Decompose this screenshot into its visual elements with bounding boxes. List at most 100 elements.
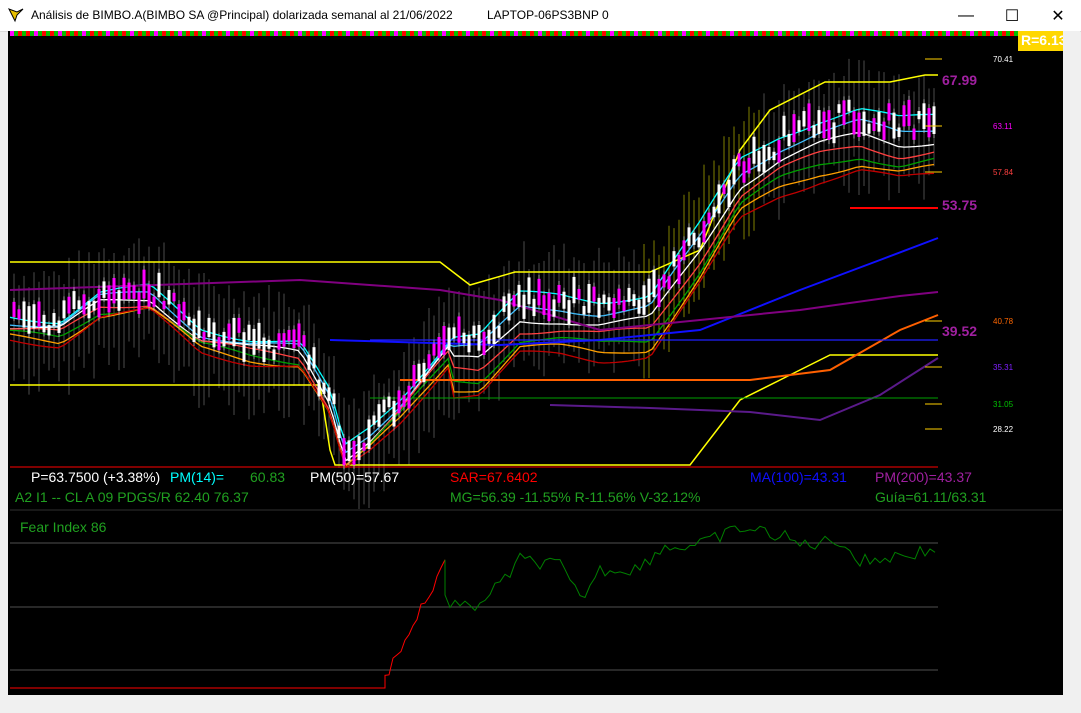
signal-strip-cell	[154, 31, 158, 36]
ma-green-line	[9, 157, 935, 468]
signal-strip-cell	[902, 31, 906, 36]
signal-strip-cell	[34, 31, 38, 36]
signal-strip-cell	[750, 31, 754, 36]
candle-body	[462, 332, 466, 344]
signal-strip-cell	[10, 31, 14, 36]
signal-info: A2 I1 -- CL A 09 PDGS/R 62.40 76.37	[15, 489, 249, 505]
candle-body	[632, 294, 636, 307]
signal-strip-cell	[550, 31, 554, 36]
signal-strip-cell	[618, 31, 622, 36]
candle-body	[687, 227, 691, 246]
signal-strip-cell	[442, 31, 446, 36]
candle-body	[172, 292, 176, 302]
signal-strip-cell	[818, 31, 822, 36]
signal-strip-cell	[466, 31, 470, 36]
signal-strip-cell	[642, 31, 646, 36]
candle-body	[277, 333, 281, 350]
candle-body	[247, 324, 251, 341]
candle-body	[642, 285, 646, 315]
signal-strip-cell	[822, 31, 826, 36]
candle-body	[862, 111, 866, 136]
signal-strip-cell	[1010, 31, 1014, 36]
candle-body	[912, 128, 916, 140]
signal-strip-cell	[510, 31, 514, 36]
candle-body	[357, 436, 361, 461]
signal-strip-cell	[614, 31, 618, 36]
signal-strip-cell	[910, 31, 914, 36]
candle-body	[857, 112, 861, 137]
signal-strip-cell	[946, 31, 950, 36]
level-low-label: 39.52	[942, 323, 978, 339]
signal-strip-cell	[714, 31, 718, 36]
signal-strip-cell	[126, 31, 130, 36]
price-info: P=63.7500 (+3.38%)	[31, 469, 161, 485]
signal-strip-cell	[454, 31, 458, 36]
signal-strip-cell	[170, 31, 174, 36]
signal-strip-cell	[826, 31, 830, 36]
candle-body	[847, 99, 851, 112]
signal-strip-cell	[382, 31, 386, 36]
candle-body	[282, 333, 286, 347]
candle-body	[362, 442, 366, 451]
candle-body	[817, 110, 821, 134]
vertical-scrollbar[interactable]	[1063, 31, 1080, 695]
candle-body	[667, 276, 671, 290]
signal-strip-cell	[230, 31, 234, 36]
signal-strip-cell	[42, 31, 46, 36]
signal-strip-cell	[450, 31, 454, 36]
vertical-scroll-thumb[interactable]	[1067, 31, 1076, 686]
signal-strip-cell	[594, 31, 598, 36]
axis-tick-2: 63.11	[993, 122, 1013, 131]
signal-strip-cell	[94, 31, 98, 36]
signal-strip-cell	[670, 31, 674, 36]
signal-strip-cell	[726, 31, 730, 36]
candle-body	[297, 323, 301, 347]
candle-body	[477, 325, 481, 351]
signal-strip-cell	[286, 31, 290, 36]
candle-body	[287, 329, 291, 342]
candle-body	[802, 111, 806, 127]
signal-strip-cell	[62, 31, 66, 36]
candle-body	[92, 300, 96, 311]
candle-body	[867, 123, 871, 134]
signal-strip-cell	[914, 31, 918, 36]
signal-strip-cell	[730, 31, 734, 36]
signal-strip-cell	[962, 31, 966, 36]
candle-body	[567, 300, 571, 325]
candle-body	[292, 329, 296, 349]
ma-darkred-line	[9, 169, 935, 469]
signal-strip-cell	[862, 31, 866, 36]
signal-strip-cell	[522, 31, 526, 36]
candle-body	[417, 363, 421, 382]
signal-strip-cell	[262, 31, 266, 36]
candle-body	[152, 296, 156, 307]
signal-strip-cell	[58, 31, 62, 36]
candle-body	[377, 404, 381, 427]
axis-tick-7: 28.22	[993, 425, 1014, 434]
signal-strip-cell	[566, 31, 570, 36]
candle-body	[107, 285, 111, 313]
signal-strip-cell	[490, 31, 494, 36]
candle-body	[147, 284, 151, 307]
signal-strip-cell	[70, 31, 74, 36]
candle-body	[327, 387, 331, 401]
signal-strip-cell	[418, 31, 422, 36]
signal-strip-cell	[46, 31, 50, 36]
signal-strip-cell	[678, 31, 682, 36]
horizontal-scrollbar[interactable]	[0, 695, 1081, 713]
candle-body	[522, 294, 526, 319]
candle-body	[782, 115, 786, 137]
price-chart[interactable]	[0, 0, 1081, 713]
signal-strip-cell	[590, 31, 594, 36]
candle-body	[927, 108, 931, 138]
candle-body	[682, 240, 686, 261]
signal-strip-cell	[254, 31, 258, 36]
guide-info: Guía=61.11/63.31	[875, 489, 987, 505]
signal-strip-cell	[786, 31, 790, 36]
candle-body	[302, 335, 306, 347]
candle-body	[167, 290, 171, 305]
signal-strip-cell	[650, 31, 654, 36]
candle-body	[32, 304, 36, 329]
candle-body	[662, 274, 666, 288]
signal-strip-cell	[266, 31, 270, 36]
